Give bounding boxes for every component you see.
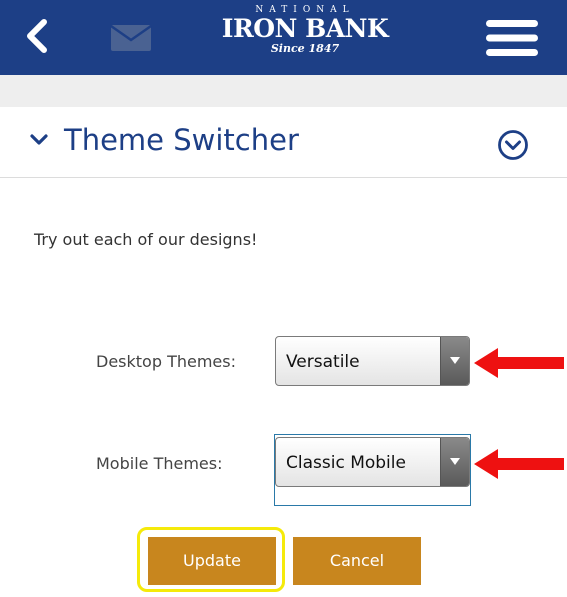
chevron-down-icon (30, 134, 48, 145)
desktop-themes-value: Versatile (286, 352, 360, 372)
cancel-button[interactable]: Cancel (293, 537, 421, 585)
dropdown-arrow-icon (440, 438, 469, 486)
section-title: Theme Switcher (64, 123, 299, 157)
header-spacer (0, 75, 567, 107)
mobile-themes-value: Classic Mobile (286, 453, 406, 473)
menu-button[interactable] (486, 18, 538, 58)
theme-switcher-section-header[interactable]: Theme Switcher (0, 107, 567, 178)
red-arrow-annotation-icon (474, 348, 564, 378)
app-header: NATIONAL IRON BANK Since 1847 (0, 0, 567, 75)
circle-chevron-down-icon[interactable] (497, 129, 529, 161)
update-button[interactable]: Update (148, 537, 276, 585)
red-arrow-annotation-icon (474, 449, 564, 479)
logo-since-text: Since 1847 (270, 42, 340, 55)
desktop-themes-label: Desktop Themes: (96, 352, 236, 371)
desktop-themes-select[interactable]: Versatile (275, 336, 470, 386)
mail-button[interactable] (110, 24, 152, 52)
logo-iron-bank-text: IRON BANK (221, 14, 389, 43)
back-button[interactable] (20, 16, 54, 56)
hamburger-menu-icon (486, 20, 538, 56)
mobile-themes-select[interactable]: Classic Mobile (275, 437, 470, 487)
mobile-themes-label: Mobile Themes: (96, 454, 223, 473)
envelope-icon (110, 24, 152, 51)
dropdown-arrow-icon (440, 337, 469, 385)
bank-logo: NATIONAL IRON BANK Since 1847 (220, 2, 390, 70)
chevron-left-icon (27, 19, 47, 53)
intro-text: Try out each of our designs! (34, 230, 258, 249)
